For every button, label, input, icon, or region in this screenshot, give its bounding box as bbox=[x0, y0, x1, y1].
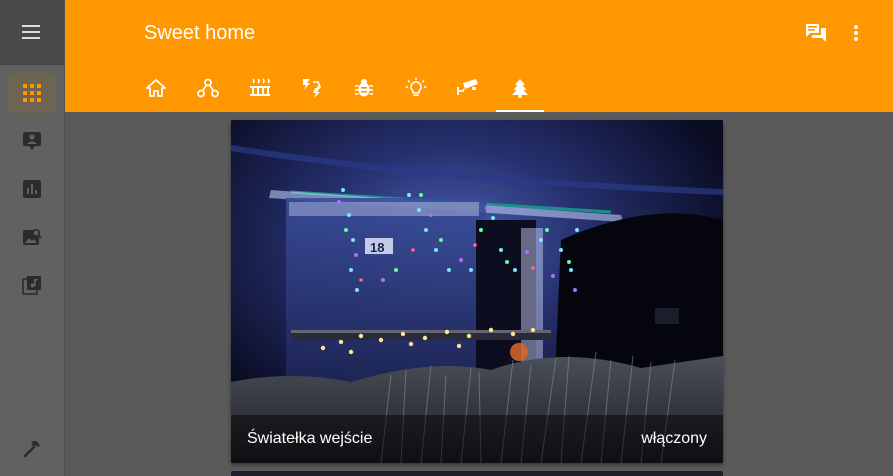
page-title: Sweet home bbox=[144, 22, 256, 44]
library-music-icon bbox=[22, 276, 41, 295]
sidebar-item-music[interactable] bbox=[8, 265, 56, 305]
more-vert-icon bbox=[854, 25, 858, 41]
view-tabs bbox=[130, 64, 546, 112]
sidebar bbox=[0, 0, 65, 476]
app-header: Sweet home bbox=[65, 0, 893, 112]
svg-text:18: 18 bbox=[370, 240, 384, 255]
heater-icon bbox=[250, 78, 270, 96]
tree-icon bbox=[512, 79, 528, 98]
menu-icon bbox=[22, 25, 40, 39]
next-card[interactable] bbox=[231, 471, 723, 476]
image-search-icon bbox=[23, 228, 42, 245]
entity-state: włączony bbox=[641, 430, 707, 447]
assist-button[interactable] bbox=[803, 20, 829, 46]
account-box-icon bbox=[23, 132, 41, 150]
chart-icon bbox=[23, 180, 41, 198]
home-icon bbox=[146, 79, 166, 97]
network-icon bbox=[197, 78, 219, 98]
sidebar-item-history[interactable] bbox=[8, 169, 56, 209]
more-menu-button[interactable] bbox=[843, 20, 869, 46]
hammer-icon bbox=[23, 441, 40, 458]
lightbulb-icon bbox=[405, 77, 427, 97]
bug-icon bbox=[355, 79, 373, 97]
sidebar-item-map[interactable] bbox=[8, 121, 56, 161]
main-content: 18 Światełka wejście włączony bbox=[65, 112, 893, 476]
sidebar-item-developer-tools[interactable] bbox=[8, 428, 56, 468]
menu-button[interactable] bbox=[0, 0, 64, 65]
grid-icon bbox=[23, 84, 41, 102]
camera-image: 18 bbox=[231, 120, 723, 463]
entity-name: Światełka wejście bbox=[247, 430, 373, 447]
tab-home[interactable] bbox=[130, 64, 182, 112]
chat-icon bbox=[806, 24, 826, 42]
tab-energy[interactable] bbox=[286, 64, 338, 112]
sidebar-item-media-browser[interactable] bbox=[8, 217, 56, 257]
sidebar-item-overview[interactable] bbox=[8, 73, 56, 113]
tab-network[interactable] bbox=[182, 64, 234, 112]
weather-lightning-icon bbox=[303, 79, 322, 98]
tab-heating[interactable] bbox=[234, 64, 286, 112]
tab-christmas[interactable] bbox=[494, 64, 546, 112]
picture-entity-card[interactable]: 18 Światełka wejście włączony bbox=[231, 120, 723, 463]
tab-cameras[interactable] bbox=[442, 64, 494, 112]
tab-lights[interactable] bbox=[390, 64, 442, 112]
card-footer: Światełka wejście włączony bbox=[231, 415, 723, 463]
tab-insects[interactable] bbox=[338, 64, 390, 112]
cctv-icon bbox=[457, 79, 478, 95]
